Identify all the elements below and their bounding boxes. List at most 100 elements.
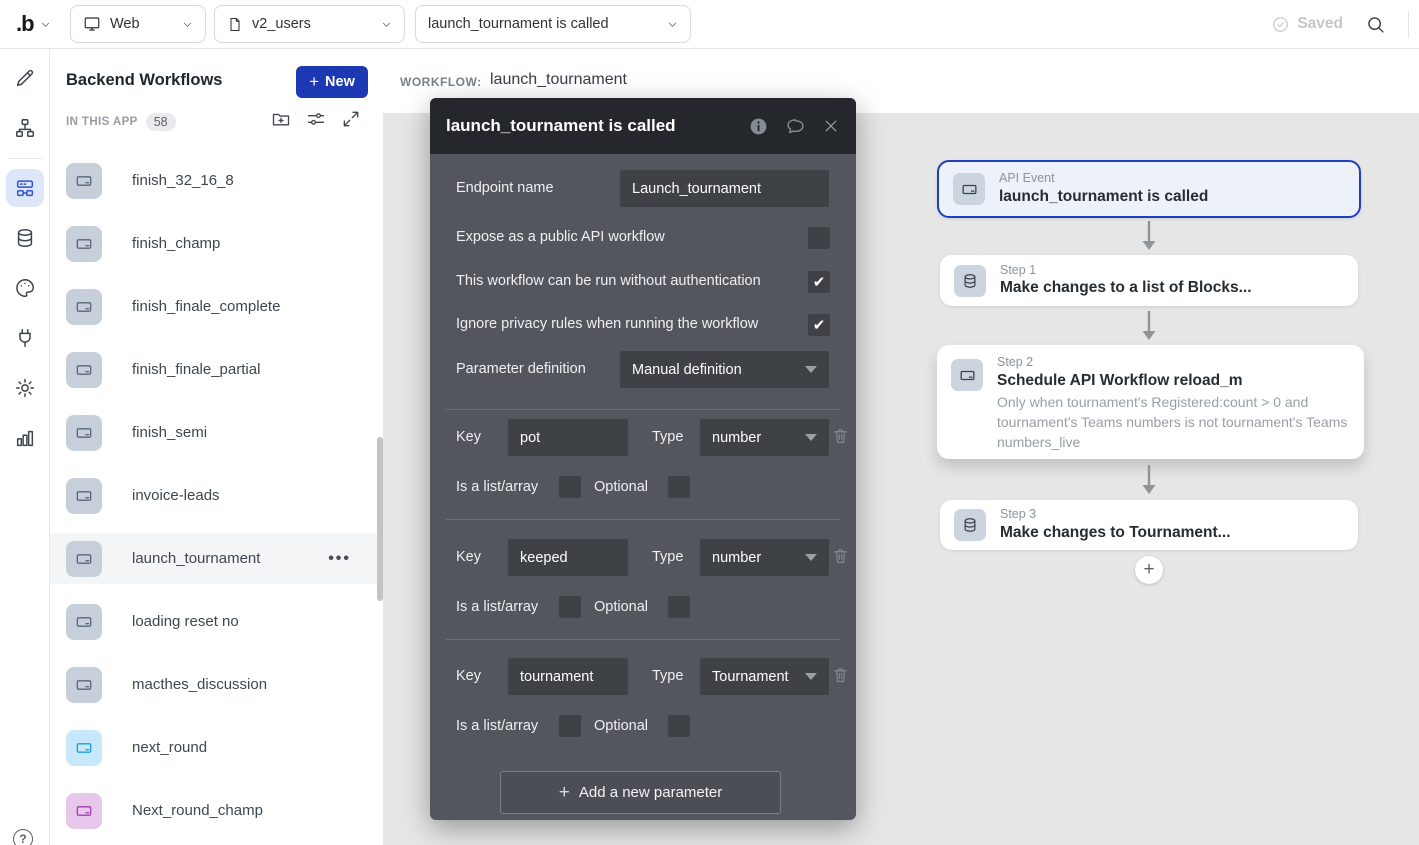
workflow-item-label: invoice-leads — [132, 487, 220, 504]
design-pencil-icon[interactable] — [6, 59, 44, 97]
add-parameter-button-label: Add a new parameter — [579, 784, 722, 801]
card-kind-label: Step 1 — [1000, 263, 1252, 279]
chevron-down-icon — [40, 19, 51, 30]
step-2-card[interactable]: Step 2 Schedule API Workflow reload_m On… — [937, 345, 1364, 459]
card-title: Make changes to a list of Blocks... — [1000, 278, 1252, 298]
optional-checkbox[interactable] — [668, 715, 690, 737]
workflow-list-item[interactable]: macthes_discussion — [50, 659, 383, 710]
page-select[interactable]: v2_users — [214, 5, 405, 43]
api-workflow-icon — [66, 415, 102, 451]
bubble-logo-menu[interactable]: .b — [16, 8, 51, 40]
database-icon — [954, 509, 986, 541]
ellipsis-menu-icon[interactable]: ••• — [328, 550, 351, 568]
settings-gear-icon[interactable] — [6, 369, 44, 407]
expand-icon[interactable] — [341, 109, 361, 129]
delete-param-trash-icon[interactable] — [832, 426, 849, 446]
api-workflow-icon — [66, 667, 102, 703]
workflow-list-item[interactable]: finish_finale_partial — [50, 344, 383, 395]
modal-divider — [446, 519, 840, 520]
chevron-down-icon — [805, 554, 817, 561]
workflow-sitemap-icon[interactable] — [6, 109, 44, 147]
new-workflow-button[interactable]: + New — [296, 66, 368, 98]
add-folder-icon[interactable] — [271, 109, 291, 129]
help-icon[interactable]: ? — [13, 829, 33, 845]
run-without-auth-label: This workflow can be run without authent… — [456, 273, 761, 289]
param-type-value: number — [712, 430, 805, 446]
monitor-icon — [83, 15, 101, 33]
workflow-item-label: finish_finale_complete — [132, 298, 280, 315]
workflow-item-label: next_round — [132, 739, 207, 756]
sidebar-scrollbar[interactable] — [377, 437, 383, 601]
delete-param-trash-icon[interactable] — [832, 665, 849, 685]
delete-param-trash-icon[interactable] — [832, 546, 849, 566]
styles-palette-icon[interactable] — [6, 269, 44, 307]
param-type-select[interactable]: number — [700, 419, 829, 456]
parameter-definition-label: Parameter definition — [456, 361, 586, 377]
workflow-list-item[interactable]: finish_finale_complete — [50, 281, 383, 332]
chevron-down-icon — [805, 366, 817, 373]
scope-label: IN THIS APP — [66, 116, 138, 128]
expose-api-checkbox[interactable] — [808, 227, 830, 249]
step-3-card[interactable]: Step 3 Make changes to Tournament... — [940, 500, 1358, 550]
database-icon[interactable] — [6, 219, 44, 257]
optional-checkbox[interactable] — [668, 596, 690, 618]
filter-sliders-icon[interactable] — [306, 109, 326, 129]
api-workflow-icon — [66, 163, 102, 199]
logs-chart-icon[interactable] — [6, 419, 44, 457]
endpoint-name-input[interactable]: Launch_tournament — [620, 170, 829, 207]
modal-title: launch_tournament is called — [446, 116, 748, 136]
optional-label: Optional — [594, 718, 648, 734]
plugins-plug-icon[interactable] — [6, 319, 44, 357]
param-key-label: Key — [456, 668, 481, 684]
ignore-privacy-label: Ignore privacy rules when running the wo… — [456, 316, 758, 332]
search-icon[interactable] — [1365, 14, 1386, 35]
workflow-item-label: loading reset no — [132, 613, 239, 630]
api-endpoint-icon — [953, 173, 985, 205]
param-type-select[interactable]: number — [700, 539, 829, 576]
add-parameter-button[interactable]: + Add a new parameter — [500, 771, 781, 814]
workflow-select-value: launch_tournament is called — [428, 16, 658, 32]
api-endpoint-icon — [951, 359, 983, 391]
is-list-checkbox[interactable] — [559, 476, 581, 498]
workflow-select[interactable]: launch_tournament is called — [415, 5, 691, 43]
add-step-button[interactable]: + — [1135, 556, 1163, 584]
card-title: launch_tournament is called — [999, 187, 1208, 207]
api-workflow-icon — [66, 541, 102, 577]
rail-separator — [8, 158, 42, 159]
close-icon[interactable] — [822, 117, 840, 135]
check-circle-icon — [1271, 15, 1290, 34]
is-list-checkbox[interactable] — [559, 596, 581, 618]
save-status-label: Saved — [1297, 15, 1343, 33]
param-key-input[interactable]: pot — [508, 419, 628, 456]
workflow-list-item[interactable]: invoice-leads — [50, 470, 383, 521]
workflow-list-item[interactable]: finish_champ — [50, 218, 383, 269]
param-type-value: number — [712, 550, 805, 566]
workflow-list-item[interactable]: finish_32_16_8 — [50, 155, 383, 206]
api-workflow-icon — [66, 352, 102, 388]
info-icon[interactable] — [748, 116, 769, 137]
left-icon-rail: ? — [0, 49, 50, 845]
step-1-card[interactable]: Step 1 Make changes to a list of Blocks.… — [940, 255, 1358, 306]
is-list-checkbox[interactable] — [559, 715, 581, 737]
workflow-list-item-selected[interactable]: launch_tournament ••• — [50, 533, 383, 584]
ignore-privacy-checkbox[interactable] — [808, 314, 830, 336]
workflow-list-item[interactable]: loading reset no — [50, 596, 383, 647]
platform-select[interactable]: Web — [70, 5, 206, 43]
workflow-list-item[interactable]: finish_semi — [50, 407, 383, 458]
endpoint-name-label: Endpoint name — [456, 180, 554, 196]
optional-checkbox[interactable] — [668, 476, 690, 498]
api-event-card[interactable]: API Event launch_tournament is called — [937, 160, 1361, 218]
workflow-list-item[interactable]: next_round — [50, 722, 383, 773]
modal-header[interactable]: launch_tournament is called — [430, 98, 856, 154]
backend-workflows-icon[interactable] — [6, 169, 44, 207]
comment-icon[interactable] — [784, 116, 807, 137]
param-key-input[interactable]: keeped — [508, 539, 628, 576]
param-key-input[interactable]: tournament — [508, 658, 628, 695]
param-type-select[interactable]: Tournament — [700, 658, 829, 695]
parameter-definition-select[interactable]: Manual definition — [620, 351, 829, 388]
run-without-auth-checkbox[interactable] — [808, 271, 830, 293]
chevron-down-icon — [381, 19, 392, 30]
platform-select-value: Web — [110, 16, 173, 32]
workflow-list-item[interactable]: Next_round_champ — [50, 785, 383, 836]
is-list-label: Is a list/array — [456, 718, 538, 734]
